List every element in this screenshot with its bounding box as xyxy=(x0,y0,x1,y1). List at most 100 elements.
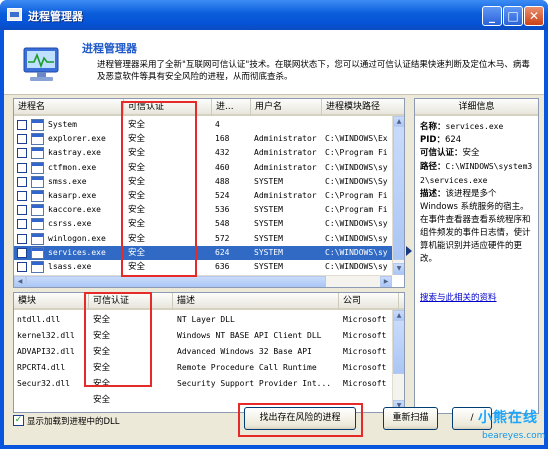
table-row[interactable]: 安全 xyxy=(14,393,394,407)
column-header-module-trust[interactable]: 可信认证 xyxy=(89,293,173,310)
row-checkbox[interactable] xyxy=(17,162,27,173)
row-checkbox[interactable] xyxy=(17,148,27,159)
scroll-left-icon[interactable]: ◀ xyxy=(14,276,26,287)
process-icon xyxy=(31,190,44,202)
process-user: SYSTEM xyxy=(254,233,283,243)
table-row[interactable]: Secur32.dll 安全 Security Support Provider I… xyxy=(14,377,394,391)
process-icon xyxy=(31,232,44,245)
process-user: SYSTEM xyxy=(254,176,283,186)
row-checkbox[interactable] xyxy=(17,233,27,244)
title-bar[interactable]: 进程管理器 _ □ ✕ xyxy=(0,0,548,30)
table-row[interactable]: ntdll.dll 安全 NT Layer DLL Microsoft xyxy=(14,313,394,327)
module-name: ADVAPI32.dll xyxy=(17,347,75,356)
table-row[interactable]: System 安全 4 xyxy=(14,118,394,132)
table-row[interactable]: lsass.exe 安全 636 SYSTEM C:\WINDOWS\sy xyxy=(14,260,394,274)
process-name: services.exe xyxy=(48,247,106,257)
process-name: kasarp.exe xyxy=(48,191,97,200)
process-path: C:\WINDOWS\sy xyxy=(325,262,388,271)
table-row[interactable]: kasarp.exe 安全 524 Administrator C:\Program F… xyxy=(14,189,394,203)
process-path: C:\Program Fi xyxy=(325,191,388,200)
process-user: Administrator xyxy=(254,148,317,158)
minimize-button[interactable]: _ xyxy=(482,6,502,26)
row-checkbox[interactable] xyxy=(17,219,27,230)
process-name: kastray.exe xyxy=(48,148,101,158)
process-horizontal-scrollbar[interactable]: ◀ ▶ xyxy=(14,275,392,287)
column-header-pid[interactable]: 进... xyxy=(212,99,251,116)
search-related-link[interactable]: 搜索与此相关的资料 xyxy=(420,291,497,303)
process-icon xyxy=(31,147,44,160)
detail-pid-value: 624 xyxy=(444,135,462,145)
module-vertical-scrollbar[interactable]: ▲ ▼ xyxy=(392,310,404,412)
process-trust: 安全 xyxy=(128,176,146,187)
table-row[interactable]: kernel32.dll 安全 Windows NT BASE API Client… xyxy=(14,329,394,343)
detail-name-label: 名称： xyxy=(420,122,446,132)
process-pid: 4 xyxy=(215,120,220,129)
module-company: Microsoft xyxy=(343,363,387,372)
row-checkbox[interactable] xyxy=(17,205,27,216)
process-icon xyxy=(31,246,44,259)
table-row[interactable]: ctfmon.exe 安全 460 Administrator C:\WINDOWS\s… xyxy=(14,161,394,175)
process-path: C:\WINDOWS\Sy xyxy=(325,176,388,186)
table-row[interactable]: winlogon.exe 安全 572 SYSTEM C:\WINDOWS\sy xyxy=(14,232,394,246)
module-trust: 安全 xyxy=(93,395,111,405)
collapse-arrow-icon[interactable] xyxy=(406,246,412,256)
process-path: C:\Program Fi xyxy=(325,205,388,215)
row-checkbox[interactable] xyxy=(17,191,27,201)
column-header-description[interactable]: 描述 xyxy=(173,293,339,310)
column-header-company[interactable]: 公司 xyxy=(339,293,399,310)
table-row[interactable]: kastray.exe 安全 432 Administrator C:\Program … xyxy=(14,146,394,160)
row-checkbox[interactable] xyxy=(17,262,27,272)
detail-path-label: 路径： xyxy=(420,162,446,172)
column-header-user[interactable]: 用户名 xyxy=(251,99,322,116)
module-name xyxy=(17,393,89,407)
table-row[interactable]: ADVAPI32.dll 安全 Advanced Windows 32 Base A… xyxy=(14,345,394,359)
column-header-process-name[interactable]: 进程名 xyxy=(14,99,124,116)
table-row[interactable]: services.exe 安全 624 SYSTEM C:\WINDOWS\sy xyxy=(14,245,394,260)
scroll-thumb[interactable] xyxy=(393,126,404,260)
scroll-thumb[interactable] xyxy=(26,276,326,287)
process-icon xyxy=(31,218,44,231)
process-trust: 安全 xyxy=(128,191,146,201)
process-icon xyxy=(31,119,44,131)
process-user xyxy=(254,118,322,132)
close-button[interactable]: ✕ xyxy=(524,6,544,26)
column-header-trust[interactable]: 可信认证 xyxy=(124,99,212,116)
process-icon xyxy=(31,175,44,188)
process-vertical-scrollbar[interactable]: ▲ ▼ xyxy=(392,116,404,275)
row-checkbox[interactable] xyxy=(17,247,27,258)
header-banner: 进程管理器 进程管理器采用了全新"互联网可信认证"技术。在联网状态下，您可以通过… xyxy=(4,30,544,95)
maximize-button[interactable]: □ xyxy=(503,6,523,26)
watermark-logo: 小熊在线 beareyes.com xyxy=(468,405,548,449)
app-icon xyxy=(7,8,22,21)
show-dll-checkbox[interactable]: ✓ xyxy=(13,415,24,426)
table-row[interactable]: csrss.exe 安全 548 SYSTEM C:\WINDOWS\sy xyxy=(14,217,394,231)
table-row[interactable]: RPCRT4.dll 安全 Remote Procedure Call Runtim… xyxy=(14,361,394,375)
client-area: 进程管理器 进程管理器采用了全新"互联网可信认证"技术。在联网状态下，您可以通过… xyxy=(4,30,544,445)
row-checkbox[interactable] xyxy=(17,176,27,187)
module-description: Remote Procedure Call Runtime xyxy=(177,363,317,372)
process-user: SYSTEM xyxy=(254,262,283,271)
process-icon xyxy=(31,161,44,174)
scroll-thumb[interactable] xyxy=(393,320,404,374)
row-checkbox[interactable] xyxy=(17,134,27,145)
module-company xyxy=(343,393,393,407)
table-row[interactable]: smss.exe 安全 488 SYSTEM C:\WINDOWS\Sy xyxy=(14,175,394,189)
scroll-right-icon[interactable]: ▶ xyxy=(380,276,392,287)
show-dll-label: 显示加载到进程中的DLL xyxy=(27,417,120,427)
rescan-button[interactable]: 重新扫描 xyxy=(383,407,438,430)
module-name: RPCRT4.dll xyxy=(17,363,66,372)
find-risk-process-button[interactable]: 找出存在风险的进程 xyxy=(244,407,356,430)
app-window: 进程管理器 _ □ ✕ 进程管理器 进程管理器采用了全新"互联网可信认证"技术。… xyxy=(0,0,548,449)
details-body: 名称：services.exe PID：624 可信认证：安全 路径：C:\WI… xyxy=(415,116,538,266)
column-header-path[interactable]: 进程模块路径 xyxy=(322,99,404,116)
table-row[interactable]: kaccore.exe 安全 536 SYSTEM C:\Program Fi xyxy=(14,203,394,217)
scroll-down-icon[interactable]: ▼ xyxy=(393,263,404,275)
monitor-logo-icon xyxy=(23,47,59,81)
process-name: csrss.exe xyxy=(48,219,92,229)
row-checkbox[interactable] xyxy=(17,120,27,130)
module-company: Microsoft xyxy=(343,331,387,340)
column-header-module[interactable]: 模块 xyxy=(14,293,89,310)
table-row[interactable]: explorer.exe 安全 168 Administrator C:\WINDOWS… xyxy=(14,132,394,146)
details-title: 详细信息 xyxy=(415,99,538,116)
window-title: 进程管理器 xyxy=(28,10,83,23)
